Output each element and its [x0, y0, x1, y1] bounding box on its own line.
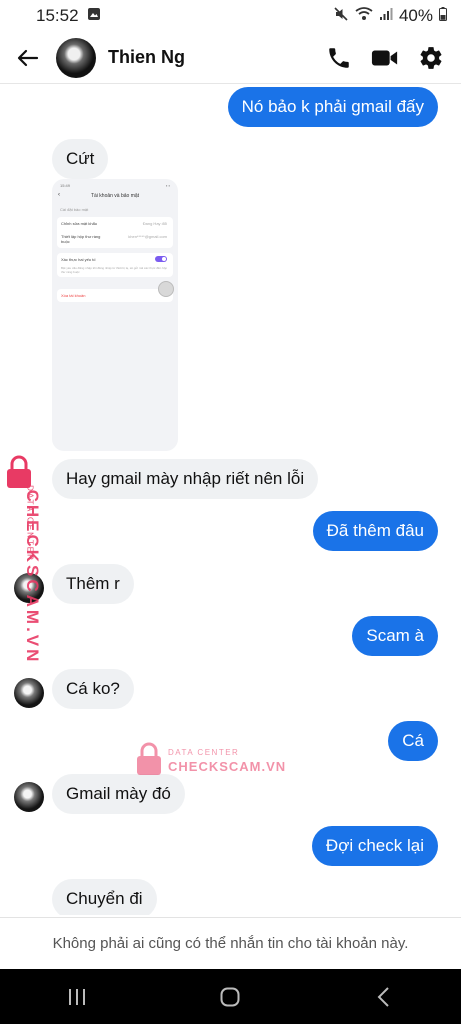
settings-button[interactable]	[417, 44, 445, 72]
watermark-sub: DATA CENTER	[168, 748, 240, 757]
shot-status-icons: ▪ ▪	[166, 183, 170, 188]
chat-header: Thien Ng	[0, 32, 461, 84]
contact-avatar-small[interactable]	[14, 782, 44, 812]
call-button[interactable]	[325, 44, 353, 72]
mute-icon	[333, 6, 349, 27]
signal-icon	[379, 6, 393, 26]
recents-button[interactable]	[47, 977, 107, 1017]
message-outgoing[interactable]: Scam à	[352, 616, 438, 656]
message-incoming[interactable]: Thêm r	[52, 564, 134, 604]
shot-row: Xác thực hai yếu tố	[57, 253, 173, 266]
shot-status: 15:49 ▪ ▪	[60, 183, 170, 188]
message-incoming[interactable]: Hay gmail mày nhập riết nên lỗi	[52, 459, 319, 499]
status-bar: 15:52 40%	[0, 0, 461, 32]
shot-toggle	[155, 256, 167, 262]
system-back-button[interactable]	[354, 977, 414, 1017]
phone-icon	[329, 47, 349, 68]
system-nav-bar	[0, 969, 461, 1024]
shot-title: Tài khoản và bảo mật	[90, 193, 140, 199]
message-list[interactable]: Nó bảo k phải gmail đấy Cứt 15:49 ▪ ▪ ‹ …	[0, 85, 461, 915]
shot-row-label: Chỉnh sửa mật khẩu	[61, 221, 98, 226]
shot-delete-label: Xóa tài khoản	[61, 293, 86, 298]
watermark-main: CHECKSCAM.VN	[23, 489, 42, 665]
battery-icon	[439, 6, 447, 26]
contact-name[interactable]: Thien Ng	[108, 47, 185, 68]
video-call-button[interactable]	[371, 44, 399, 72]
shot-row: Thiết lập hộp thư ràng buộc khen*****@gm…	[57, 230, 173, 248]
messaging-restricted-notice: Không phải ai cũng có thể nhắn tin cho t…	[0, 917, 461, 969]
shot-row-value: khen*****@gmail.com	[128, 234, 167, 239]
video-icon	[371, 50, 398, 65]
chevron-left-icon	[377, 986, 389, 1007]
contact-avatar[interactable]	[56, 37, 96, 78]
shot-avatar	[158, 281, 174, 297]
shot-row-label: Thiết lập hộp thư ràng buộc	[61, 234, 101, 244]
shot-time: 15:49	[60, 183, 71, 188]
shot-row-value: Đang Hay đổi	[142, 221, 167, 226]
image-icon	[87, 6, 101, 26]
contact-avatar-small[interactable]	[14, 678, 44, 708]
shot-section: Cài đặt bảo mật	[60, 207, 89, 212]
back-button[interactable]	[2, 32, 54, 84]
message-outgoing[interactable]: Đợi check lại	[311, 826, 438, 866]
watermark-vertical: DATA CENTER CHECKSCAM.VN	[4, 455, 48, 664]
message-incoming[interactable]: Gmail mày đó	[52, 774, 185, 814]
back-arrow-icon	[17, 49, 39, 66]
wifi-icon	[355, 6, 373, 27]
shot-card-security: Chỉnh sửa mật khẩu Đang Hay đổi Thiết lậ…	[57, 217, 173, 248]
home-button[interactable]	[200, 977, 260, 1017]
shot-row: Chỉnh sửa mật khẩu Đang Hay đổi	[57, 217, 173, 230]
recents-icon	[68, 988, 85, 1005]
shot-card-2fa: Xác thực hai yếu tố Bật yêu cầu đăng nhậ…	[57, 253, 173, 277]
home-icon	[220, 987, 240, 1006]
battery-level: 40%	[398, 6, 433, 25]
lock-icon	[137, 742, 161, 775]
message-incoming[interactable]: Chuyển đi	[52, 879, 157, 915]
message-image[interactable]: 15:49 ▪ ▪ ‹ Tài khoản và bảo mật Cài đặt…	[52, 179, 178, 451]
shot-card-delete: Xóa tài khoản	[57, 289, 173, 302]
status-time: 15:52	[36, 6, 79, 25]
watermark-main: CHECKSCAM.VN	[168, 759, 287, 774]
message-incoming[interactable]: Cứt	[52, 139, 109, 179]
message-incoming[interactable]: Cá ko?	[52, 669, 134, 709]
shot-toggle-label: Xác thực hai yếu tố	[61, 257, 96, 262]
watermark-center: DATA CENTER CHECKSCAM.VN	[136, 740, 306, 780]
message-outgoing[interactable]: Cá	[388, 721, 438, 761]
gear-icon	[420, 46, 442, 69]
message-outgoing[interactable]: Nó bảo k phải gmail đấy	[227, 87, 438, 127]
shot-toggle-note: Bật yêu cầu đăng nhập khi đăng nhập từ t…	[61, 266, 168, 274]
message-outgoing[interactable]: Đã thêm đâu	[312, 511, 438, 551]
